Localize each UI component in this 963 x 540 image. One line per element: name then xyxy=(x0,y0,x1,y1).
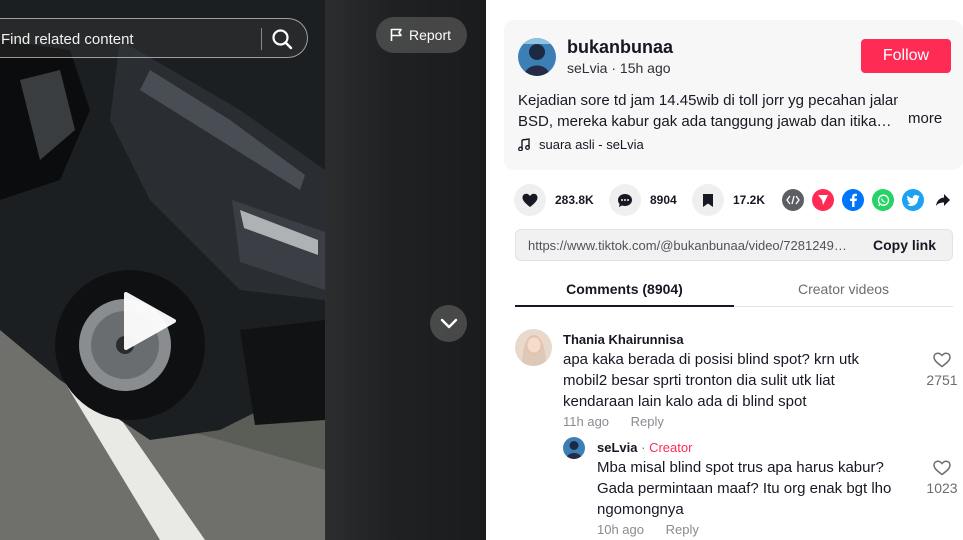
facebook-icon xyxy=(850,193,857,207)
embed-code-icon xyxy=(786,195,800,205)
tiktok-video-page: Report bukanbunaa seLvia xyxy=(0,0,963,540)
reply-button[interactable]: Reply xyxy=(631,414,664,429)
reply-text: Mba misal blind spot trus apa harus kabu… xyxy=(597,457,937,520)
whatsapp-share-button[interactable] xyxy=(872,189,894,211)
heart-outline-icon[interactable] xyxy=(933,460,951,476)
comment-count: 8904 xyxy=(650,193,677,207)
active-tab-indicator xyxy=(515,305,734,307)
twitter-share-button[interactable] xyxy=(902,189,924,211)
comment-button[interactable] xyxy=(609,184,641,216)
description-line: BSD, mereka kabur gak ada tanggung jawab… xyxy=(518,113,892,130)
play-icon[interactable] xyxy=(120,290,180,352)
reply-meta: 10h ago Reply xyxy=(597,522,699,537)
comment-tabs: Comments (8904) Creator videos xyxy=(515,272,953,307)
tab-comments[interactable]: Comments (8904) xyxy=(515,281,734,297)
replier-name-line: seLvia · Creator xyxy=(597,440,692,455)
post-info-card: bukanbunaa seLvia · 15h ago Follow Kejad… xyxy=(504,20,963,170)
commenter-name[interactable]: Thania Khairunnisa xyxy=(563,332,684,347)
replier-avatar-image xyxy=(563,437,585,459)
save-button[interactable] xyxy=(692,184,724,216)
replier-avatar[interactable] xyxy=(563,437,585,459)
tab-creator-videos[interactable]: Creator videos xyxy=(734,281,953,297)
comment-action[interactable]: 8904 xyxy=(609,184,677,216)
next-video-button[interactable] xyxy=(430,305,467,342)
reply-time: 10h ago xyxy=(597,522,644,537)
comment-like[interactable]: 2751 xyxy=(922,352,962,388)
reply-like-count: 1023 xyxy=(926,480,958,496)
search-bar[interactable] xyxy=(0,18,308,58)
send-share-button[interactable] xyxy=(812,189,834,211)
reply-like[interactable]: 1023 xyxy=(922,460,962,496)
more-button[interactable]: more xyxy=(908,110,942,127)
action-bar: 283.8K 8904 17.2K xyxy=(514,184,954,216)
like-button[interactable] xyxy=(514,184,546,216)
follow-button[interactable]: Follow xyxy=(861,39,951,73)
like-action[interactable]: 283.8K xyxy=(514,184,594,216)
author-avatar[interactable] xyxy=(518,38,556,76)
music-title: suara asli - seLvia xyxy=(539,137,644,152)
search-input[interactable] xyxy=(1,30,241,48)
music-link[interactable]: suara asli - seLvia xyxy=(518,137,644,152)
comment-time: 11h ago xyxy=(563,414,610,429)
report-button[interactable]: Report xyxy=(376,17,467,53)
details-panel: bukanbunaa seLvia · 15h ago Follow Kejad… xyxy=(486,0,963,540)
commenter-avatar-image xyxy=(515,329,552,366)
search-divider xyxy=(261,28,262,50)
author-subline: seLvia · 15h ago xyxy=(567,60,671,76)
music-note-icon xyxy=(518,138,530,151)
heart-icon xyxy=(522,193,538,207)
video-side-backdrop xyxy=(325,0,486,540)
reply-line: Mba misal blind spot trus apa harus kabu… xyxy=(597,459,884,476)
send-icon xyxy=(818,195,828,205)
commenter-avatar[interactable] xyxy=(515,329,552,366)
more-share-button[interactable] xyxy=(932,189,954,211)
author-avatar-image xyxy=(518,38,556,76)
author-nickname: seLvia xyxy=(567,60,608,76)
flag-icon xyxy=(390,28,402,41)
whatsapp-icon xyxy=(877,194,889,206)
facebook-share-button[interactable] xyxy=(842,189,864,211)
video-pane: Report xyxy=(0,0,486,540)
video-frame[interactable] xyxy=(0,0,325,540)
reply-line: ngomongnya xyxy=(597,501,684,518)
subline-separator: · xyxy=(611,60,620,76)
post-description: Kejadian sore td jam 14.45wib di toll jo… xyxy=(518,90,898,132)
share-link-text[interactable]: https://www.tiktok.com/@bukanbunaa/video… xyxy=(528,238,858,253)
comment-line: kendaraan lain kalo ada di blind spot xyxy=(563,393,807,410)
reply-line: Gada permintaan maaf? Itu org enak bgt l… xyxy=(597,480,892,497)
comment-line: mobil2 besar sprti tronton dia sulit utk… xyxy=(563,372,835,389)
creator-badge: Creator xyxy=(649,440,693,455)
embed-share-button[interactable] xyxy=(782,189,804,211)
description-line: Kejadian sore td jam 14.45wib di toll jo… xyxy=(518,92,898,109)
share-link-box: https://www.tiktok.com/@bukanbunaa/video… xyxy=(515,229,953,261)
video-image xyxy=(0,0,325,540)
search-icon[interactable] xyxy=(271,28,293,50)
save-count: 17.2K xyxy=(733,193,766,207)
author-username[interactable]: bukanbunaa xyxy=(567,37,673,58)
twitter-icon xyxy=(906,194,919,206)
comment-text: apa kaka berada di posisi blind spot? kr… xyxy=(563,349,903,412)
like-count: 283.8K xyxy=(555,193,594,207)
comment-icon xyxy=(618,193,632,207)
copy-link-button[interactable]: Copy link xyxy=(873,237,936,253)
chevron-down-icon xyxy=(440,318,457,329)
replier-name[interactable]: seLvia xyxy=(597,440,637,455)
save-action[interactable]: 17.2K xyxy=(692,184,765,216)
reply-button[interactable]: Reply xyxy=(666,522,699,537)
report-label: Report xyxy=(409,27,452,43)
post-time: 15h ago xyxy=(619,60,671,76)
name-separator: · xyxy=(641,440,646,455)
share-arrow-icon xyxy=(936,194,950,206)
comment-line: apa kaka berada di posisi blind spot? kr… xyxy=(563,351,860,368)
comment-meta: 11h ago Reply xyxy=(563,414,664,429)
bookmark-icon xyxy=(703,193,713,207)
heart-outline-icon[interactable] xyxy=(933,352,951,368)
comment-like-count: 2751 xyxy=(926,372,958,388)
